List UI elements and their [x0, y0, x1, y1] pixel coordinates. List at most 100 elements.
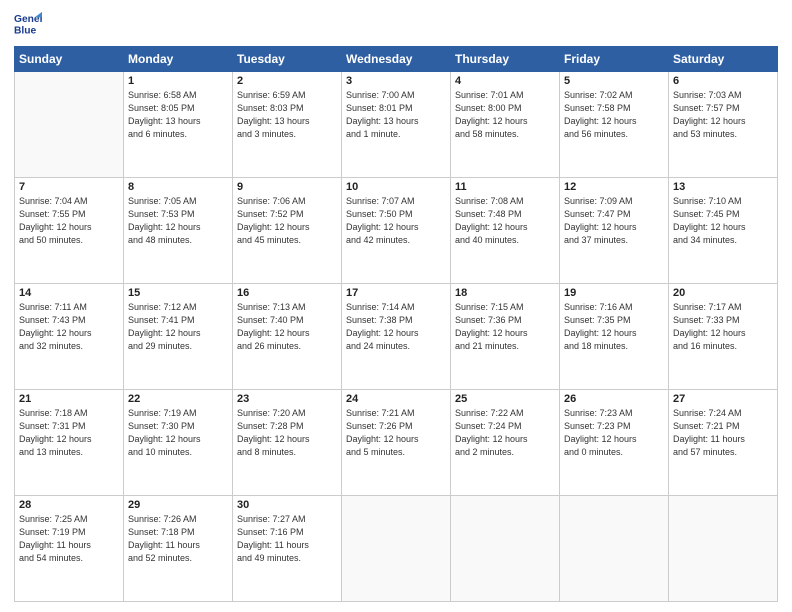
calendar-cell: 15 Sunrise: 7:12 AM Sunset: 7:41 PM Dayli…	[124, 284, 233, 390]
day-info: Sunrise: 7:06 AM Sunset: 7:52 PM Dayligh…	[237, 195, 337, 247]
calendar-cell: 17 Sunrise: 7:14 AM Sunset: 7:38 PM Dayli…	[342, 284, 451, 390]
header-cell-sunday: Sunday	[15, 47, 124, 72]
day-number: 6	[673, 75, 773, 87]
calendar-cell: 13 Sunrise: 7:10 AM Sunset: 7:45 PM Dayli…	[669, 178, 778, 284]
calendar-cell: 21Sunrise: 7:18 AM Sunset: 7:31 PM Dayli…	[15, 390, 124, 496]
calendar-cell	[15, 72, 124, 178]
day-info: Sunrise: 7:10 AM Sunset: 7:45 PM Dayligh…	[673, 195, 773, 247]
day-info: Sunrise: 7:15 AM Sunset: 7:36 PM Dayligh…	[455, 301, 555, 353]
day-number: 23	[237, 393, 337, 405]
calendar-cell: 18Sunrise: 7:15 AM Sunset: 7:36 PM Dayli…	[451, 284, 560, 390]
calendar-cell: 12 Sunrise: 7:09 AM Sunset: 7:47 PM Dayli…	[560, 178, 669, 284]
calendar-cell: 19 Sunrise: 7:16 AM Sunset: 7:35 PM Dayli…	[560, 284, 669, 390]
day-number: 12	[564, 181, 664, 193]
calendar-cell: 28 Sunrise: 7:25 AM Sunset: 7:19 PM Dayli…	[15, 496, 124, 602]
header-cell-thursday: Thursday	[451, 47, 560, 72]
calendar-cell: 11 Sunrise: 7:08 AM Sunset: 7:48 PM Dayli…	[451, 178, 560, 284]
calendar-week-1: 1 Sunrise: 6:58 AM Sunset: 8:05 PM Daylig…	[15, 72, 778, 178]
calendar-cell: 27 Sunrise: 7:24 AM Sunset: 7:21 PM Dayli…	[669, 390, 778, 496]
page: General Blue SundayMondayTuesdayWednesda…	[0, 0, 792, 612]
calendar-cell: 2 Sunrise: 6:59 AM Sunset: 8:03 PM Daylig…	[233, 72, 342, 178]
calendar-cell: 26 Sunrise: 7:23 AM Sunset: 7:23 PM Dayli…	[560, 390, 669, 496]
day-number: 5	[564, 75, 664, 87]
day-number: 21	[19, 393, 119, 405]
day-info: Sunrise: 7:08 AM Sunset: 7:48 PM Dayligh…	[455, 195, 555, 247]
day-number: 26	[564, 393, 664, 405]
day-info: Sunrise: 7:11 AM Sunset: 7:43 PM Dayligh…	[19, 301, 119, 353]
calendar-cell: 10 Sunrise: 7:07 AM Sunset: 7:50 PM Dayli…	[342, 178, 451, 284]
day-info: Sunrise: 7:20 AM Sunset: 7:28 PM Dayligh…	[237, 407, 337, 459]
day-info: Sunrise: 7:25 AM Sunset: 7:19 PM Dayligh…	[19, 513, 119, 565]
day-number: 13	[673, 181, 773, 193]
day-info: Sunrise: 7:17 AM Sunset: 7:33 PM Dayligh…	[673, 301, 773, 353]
calendar-cell: 1 Sunrise: 6:58 AM Sunset: 8:05 PM Daylig…	[124, 72, 233, 178]
logo: General Blue	[14, 10, 46, 38]
calendar-cell: 23 Sunrise: 7:20 AM Sunset: 7:28 PM Dayli…	[233, 390, 342, 496]
header-cell-friday: Friday	[560, 47, 669, 72]
calendar-cell	[669, 496, 778, 602]
calendar-cell: 3 Sunrise: 7:00 AM Sunset: 8:01 PM Daylig…	[342, 72, 451, 178]
day-number: 11	[455, 181, 555, 193]
day-number: 22	[128, 393, 228, 405]
day-number: 27	[673, 393, 773, 405]
day-info: Sunrise: 6:59 AM Sunset: 8:03 PM Dayligh…	[237, 89, 337, 141]
day-info: Sunrise: 7:16 AM Sunset: 7:35 PM Dayligh…	[564, 301, 664, 353]
calendar-cell: 30 Sunrise: 7:27 AM Sunset: 7:16 PM Dayli…	[233, 496, 342, 602]
header-row: SundayMondayTuesdayWednesdayThursdayFrid…	[15, 47, 778, 72]
day-number: 17	[346, 287, 446, 299]
header-cell-wednesday: Wednesday	[342, 47, 451, 72]
calendar-cell: 16Sunrise: 7:13 AM Sunset: 7:40 PM Dayli…	[233, 284, 342, 390]
calendar-cell: 24 Sunrise: 7:21 AM Sunset: 7:26 PM Dayli…	[342, 390, 451, 496]
calendar-week-5: 28 Sunrise: 7:25 AM Sunset: 7:19 PM Dayli…	[15, 496, 778, 602]
day-info: Sunrise: 7:14 AM Sunset: 7:38 PM Dayligh…	[346, 301, 446, 353]
day-info: Sunrise: 7:07 AM Sunset: 7:50 PM Dayligh…	[346, 195, 446, 247]
day-info: Sunrise: 7:05 AM Sunset: 7:53 PM Dayligh…	[128, 195, 228, 247]
day-number: 7	[19, 181, 119, 193]
day-info: Sunrise: 7:24 AM Sunset: 7:21 PM Dayligh…	[673, 407, 773, 459]
calendar-cell	[342, 496, 451, 602]
day-number: 24	[346, 393, 446, 405]
day-info: Sunrise: 7:13 AM Sunset: 7:40 PM Dayligh…	[237, 301, 337, 353]
day-info: Sunrise: 7:02 AM Sunset: 7:58 PM Dayligh…	[564, 89, 664, 141]
day-number: 28	[19, 499, 119, 511]
day-number: 2	[237, 75, 337, 87]
day-number: 19	[564, 287, 664, 299]
header-cell-monday: Monday	[124, 47, 233, 72]
day-number: 3	[346, 75, 446, 87]
day-number: 10	[346, 181, 446, 193]
calendar-cell: 4Sunrise: 7:01 AM Sunset: 8:00 PM Daylig…	[451, 72, 560, 178]
day-info: Sunrise: 7:22 AM Sunset: 7:24 PM Dayligh…	[455, 407, 555, 459]
calendar-cell: 29Sunrise: 7:26 AM Sunset: 7:18 PM Dayli…	[124, 496, 233, 602]
day-number: 1	[128, 75, 228, 87]
header: General Blue	[14, 10, 778, 38]
day-info: Sunrise: 7:27 AM Sunset: 7:16 PM Dayligh…	[237, 513, 337, 565]
day-number: 15	[128, 287, 228, 299]
logo-icon: General Blue	[14, 10, 42, 38]
day-info: Sunrise: 7:00 AM Sunset: 8:01 PM Dayligh…	[346, 89, 446, 141]
day-info: Sunrise: 7:23 AM Sunset: 7:23 PM Dayligh…	[564, 407, 664, 459]
calendar-cell: 5 Sunrise: 7:02 AM Sunset: 7:58 PM Daylig…	[560, 72, 669, 178]
calendar-cell: 25 Sunrise: 7:22 AM Sunset: 7:24 PM Dayli…	[451, 390, 560, 496]
calendar-cell: 14 Sunrise: 7:11 AM Sunset: 7:43 PM Dayli…	[15, 284, 124, 390]
day-info: Sunrise: 7:09 AM Sunset: 7:47 PM Dayligh…	[564, 195, 664, 247]
header-cell-saturday: Saturday	[669, 47, 778, 72]
day-number: 25	[455, 393, 555, 405]
day-number: 8	[128, 181, 228, 193]
day-info: Sunrise: 7:21 AM Sunset: 7:26 PM Dayligh…	[346, 407, 446, 459]
day-info: Sunrise: 7:12 AM Sunset: 7:41 PM Dayligh…	[128, 301, 228, 353]
svg-text:Blue: Blue	[14, 25, 37, 36]
day-number: 9	[237, 181, 337, 193]
day-info: Sunrise: 6:58 AM Sunset: 8:05 PM Dayligh…	[128, 89, 228, 141]
calendar-table: SundayMondayTuesdayWednesdayThursdayFrid…	[14, 46, 778, 602]
day-info: Sunrise: 7:04 AM Sunset: 7:55 PM Dayligh…	[19, 195, 119, 247]
day-info: Sunrise: 7:03 AM Sunset: 7:57 PM Dayligh…	[673, 89, 773, 141]
calendar-cell: 7 Sunrise: 7:04 AM Sunset: 7:55 PM Daylig…	[15, 178, 124, 284]
day-info: Sunrise: 7:19 AM Sunset: 7:30 PM Dayligh…	[128, 407, 228, 459]
day-number: 30	[237, 499, 337, 511]
calendar-week-2: 7 Sunrise: 7:04 AM Sunset: 7:55 PM Daylig…	[15, 178, 778, 284]
calendar-week-4: 21Sunrise: 7:18 AM Sunset: 7:31 PM Dayli…	[15, 390, 778, 496]
day-info: Sunrise: 7:26 AM Sunset: 7:18 PM Dayligh…	[128, 513, 228, 565]
calendar-cell: 9 Sunrise: 7:06 AM Sunset: 7:52 PM Daylig…	[233, 178, 342, 284]
day-number: 14	[19, 287, 119, 299]
calendar-header: SundayMondayTuesdayWednesdayThursdayFrid…	[15, 47, 778, 72]
